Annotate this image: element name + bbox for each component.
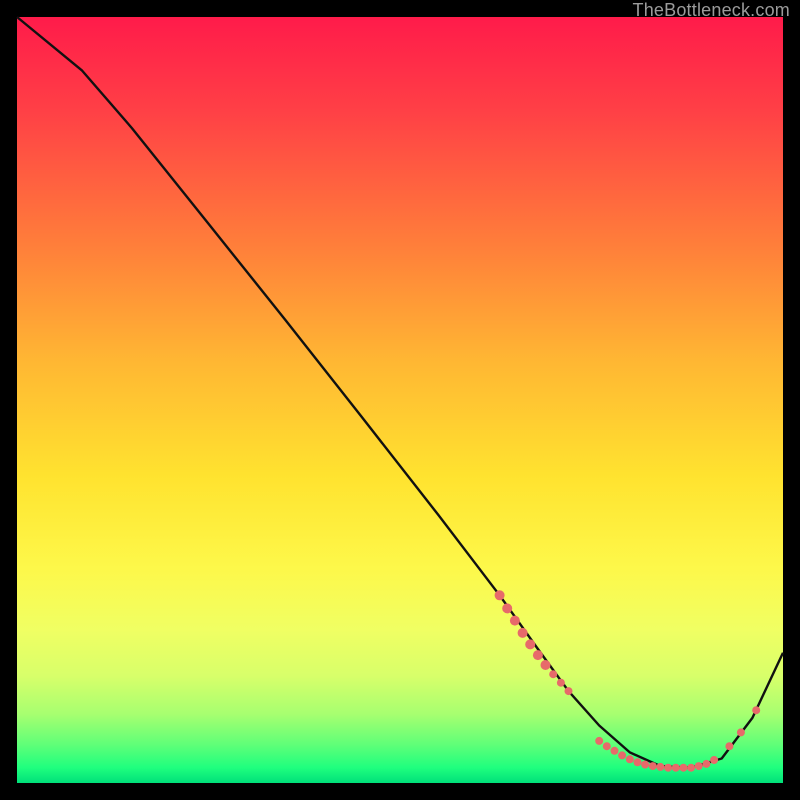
marker-dot bbox=[595, 737, 603, 745]
marker-dot bbox=[664, 764, 672, 772]
marker-dot bbox=[626, 755, 634, 763]
marker-dot bbox=[618, 751, 626, 759]
marker-dot bbox=[565, 687, 573, 695]
marker-dot bbox=[541, 660, 551, 670]
marker-dot bbox=[737, 728, 745, 736]
marker-layer bbox=[495, 590, 761, 771]
watermark-text: TheBottleneck.com bbox=[633, 0, 790, 21]
marker-dot bbox=[656, 763, 664, 771]
marker-dot bbox=[502, 603, 512, 613]
chart-stage: TheBottleneck.com bbox=[0, 0, 800, 800]
chart-overlay-svg bbox=[17, 17, 783, 783]
marker-dot bbox=[510, 616, 520, 626]
marker-dot bbox=[603, 742, 611, 750]
marker-dot bbox=[679, 764, 687, 772]
bottleneck-curve bbox=[17, 17, 783, 768]
marker-dot bbox=[533, 650, 543, 660]
marker-dot bbox=[752, 706, 760, 714]
curve-layer bbox=[17, 17, 783, 768]
marker-dot bbox=[649, 762, 657, 770]
marker-dot bbox=[672, 764, 680, 772]
marker-dot bbox=[695, 762, 703, 770]
marker-dot bbox=[641, 761, 649, 769]
marker-dot bbox=[702, 760, 710, 768]
marker-dot bbox=[525, 639, 535, 649]
marker-dot bbox=[725, 742, 733, 750]
marker-dot bbox=[710, 756, 718, 764]
marker-dot bbox=[549, 670, 557, 678]
marker-dot bbox=[518, 628, 528, 638]
marker-dot bbox=[495, 590, 505, 600]
marker-dot bbox=[611, 747, 619, 755]
marker-dot bbox=[634, 758, 642, 766]
marker-dot bbox=[687, 764, 695, 772]
marker-dot bbox=[557, 679, 565, 687]
